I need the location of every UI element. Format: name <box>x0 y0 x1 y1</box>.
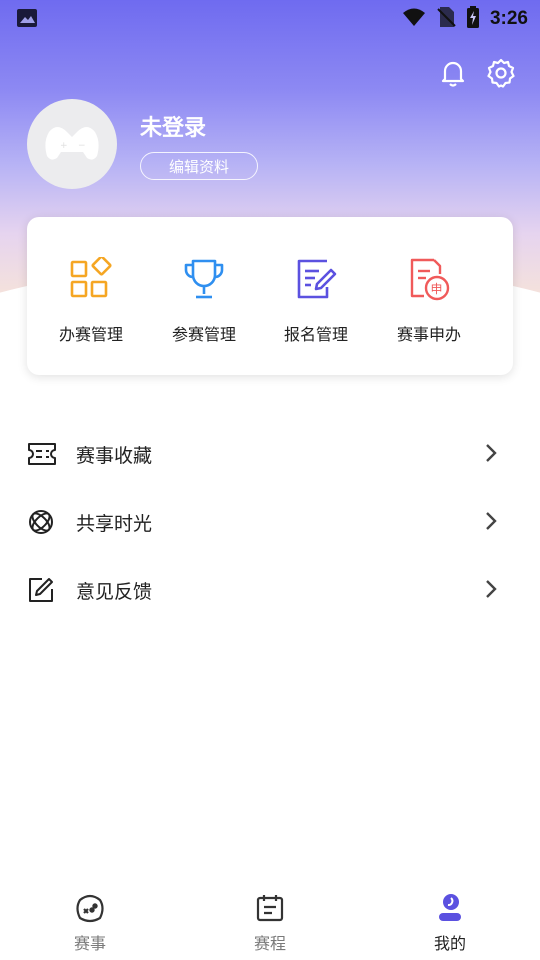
quick-action-host-management[interactable]: 办赛管理 <box>35 255 147 345</box>
apps-grid-icon <box>35 255 147 303</box>
chevron-right-icon <box>485 511 497 535</box>
no-sim-icon <box>436 6 456 32</box>
orbit-icon <box>27 508 57 536</box>
game-icon <box>30 892 150 924</box>
tab-label: 我的 <box>433 934 466 953</box>
quick-action-label: 办赛管理 <box>58 325 123 344</box>
default-avatar-logo-icon: + − <box>45 127 99 160</box>
bottom-tab-bar: 赛事 赛程 我的 <box>0 880 540 960</box>
quick-action-label: 报名管理 <box>283 325 348 344</box>
settings-gear-icon[interactable] <box>486 58 516 88</box>
svg-text:+: + <box>60 141 68 151</box>
edit-form-icon <box>260 255 372 303</box>
tab-profile[interactable]: 我的 <box>390 892 510 954</box>
feedback-edit-icon <box>27 576 57 604</box>
gallery-notification-icon <box>16 8 38 32</box>
svg-text:−: − <box>78 141 86 151</box>
menu-item-shared-moments[interactable]: 共享时光 <box>27 494 513 550</box>
ticket-icon <box>27 441 57 467</box>
chevron-right-icon <box>485 443 497 467</box>
tab-schedule[interactable]: 赛程 <box>210 892 330 954</box>
menu-item-label: 赛事收藏 <box>76 444 153 467</box>
status-time: 3:26 <box>489 8 528 29</box>
username[interactable]: 未登录 <box>140 110 206 142</box>
svg-text:申: 申 <box>431 282 443 296</box>
chevron-right-icon <box>485 579 497 603</box>
quick-action-participation-management[interactable]: 参赛管理 <box>148 255 260 345</box>
notification-bell-icon[interactable] <box>438 58 468 88</box>
quick-action-registration-management[interactable]: 报名管理 <box>260 255 372 345</box>
quick-action-label: 赛事申办 <box>396 325 461 344</box>
wifi-icon <box>402 7 426 31</box>
menu-item-feedback[interactable]: 意见反馈 <box>27 562 513 618</box>
quick-action-event-application[interactable]: 申 赛事申办 <box>373 255 485 345</box>
quick-actions-card: 办赛管理 参赛管理 报名管理 申 赛事申办 <box>27 217 513 375</box>
trophy-icon <box>148 255 260 303</box>
status-bar: 3:26 <box>0 0 540 36</box>
battery-charging-icon <box>466 6 480 32</box>
menu-item-label: 共享时光 <box>76 512 153 535</box>
tab-label: 赛事 <box>73 934 106 953</box>
apply-document-icon: 申 <box>373 255 485 303</box>
tab-events[interactable]: 赛事 <box>30 892 150 954</box>
tab-label: 赛程 <box>253 934 286 953</box>
menu-item-label: 意见反馈 <box>76 580 153 603</box>
menu-item-event-favorites[interactable]: 赛事收藏 <box>27 426 513 482</box>
quick-action-label: 参赛管理 <box>171 325 236 344</box>
edit-profile-button[interactable]: 编辑资料 <box>140 152 258 180</box>
avatar[interactable]: + − <box>27 99 117 189</box>
schedule-icon <box>210 892 330 924</box>
profile-icon <box>390 892 510 924</box>
